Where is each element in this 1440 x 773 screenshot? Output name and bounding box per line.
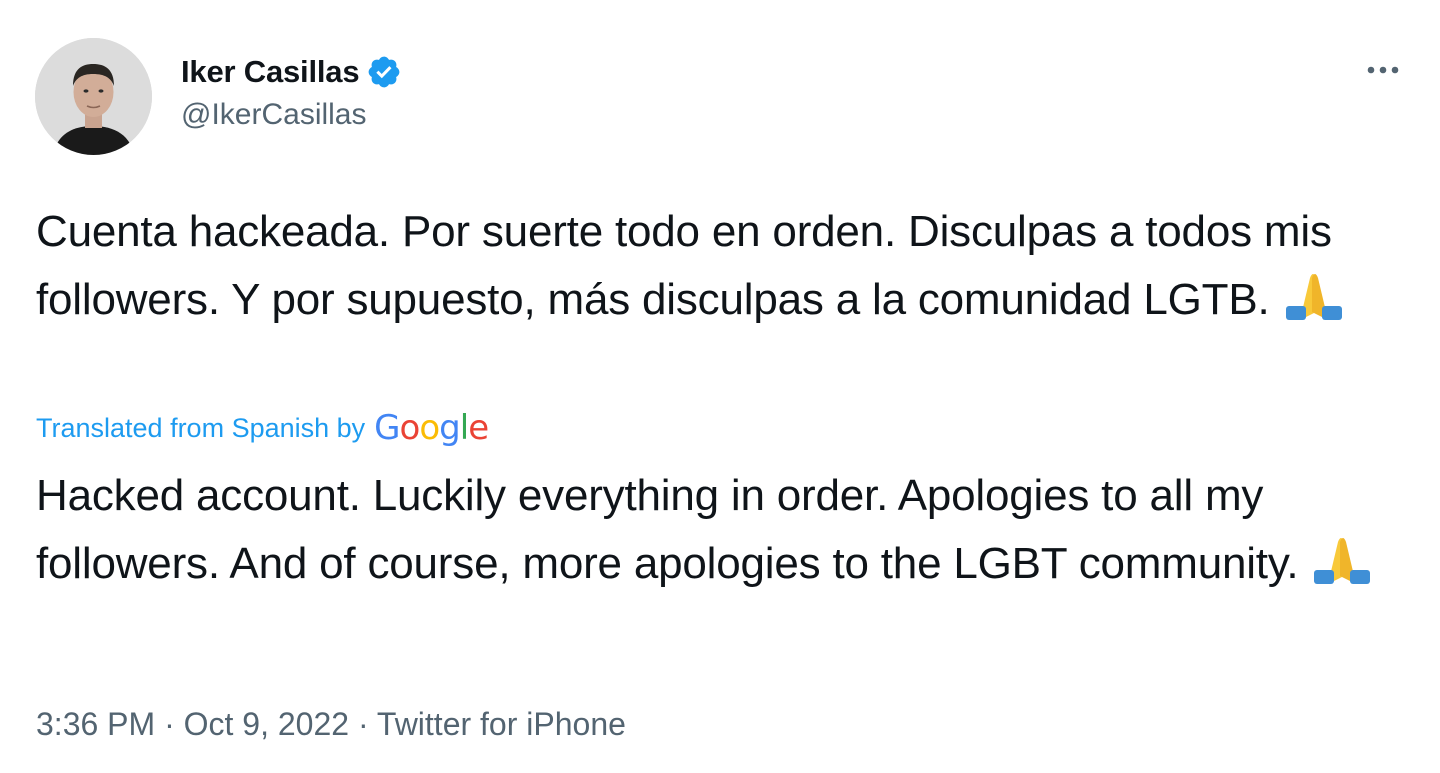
avatar-image — [35, 38, 152, 155]
folded-hands-icon — [1280, 268, 1348, 342]
tweet-text: Cuenta hackeada. Por suerte todo en orde… — [36, 198, 1416, 342]
tweet-date[interactable]: Oct 9, 2022 — [184, 706, 349, 742]
meta-separator: · — [164, 706, 175, 742]
tweet-time[interactable]: 3:36 PM — [36, 706, 155, 742]
meta-separator: · — [357, 706, 369, 742]
more-options-button[interactable] — [1360, 52, 1406, 88]
verified-badge-icon — [366, 54, 402, 90]
tweet-source[interactable]: Twitter for iPhone — [377, 706, 626, 742]
tweet-metadata: 3:36 PM · Oct 9, 2022 · Twitter for iPho… — [36, 706, 626, 743]
more-dots-icon — [1367, 66, 1399, 74]
tweet-card: Iker Casillas @IkerCasillas Cuenta hacke… — [0, 0, 1440, 773]
folded-hands-icon — [1308, 532, 1376, 606]
display-name[interactable]: Iker Casillas — [181, 54, 360, 90]
author-block: Iker Casillas @IkerCasillas — [181, 50, 402, 132]
handle[interactable]: @IkerCasillas — [181, 98, 402, 132]
name-row: Iker Casillas — [181, 50, 402, 94]
translation-attribution[interactable]: Translated from Spanish by Google — [36, 406, 489, 450]
tweet-text-content: Cuenta hackeada. Por suerte todo en orde… — [36, 207, 1332, 324]
google-logo: Google — [374, 408, 489, 448]
translation-label: Translated from Spanish by — [36, 412, 366, 443]
avatar[interactable] — [35, 38, 152, 155]
translation-text-content: Hacked account. Luckily everything in or… — [36, 471, 1299, 588]
translation-text: Hacked account. Luckily everything in or… — [36, 462, 1416, 606]
